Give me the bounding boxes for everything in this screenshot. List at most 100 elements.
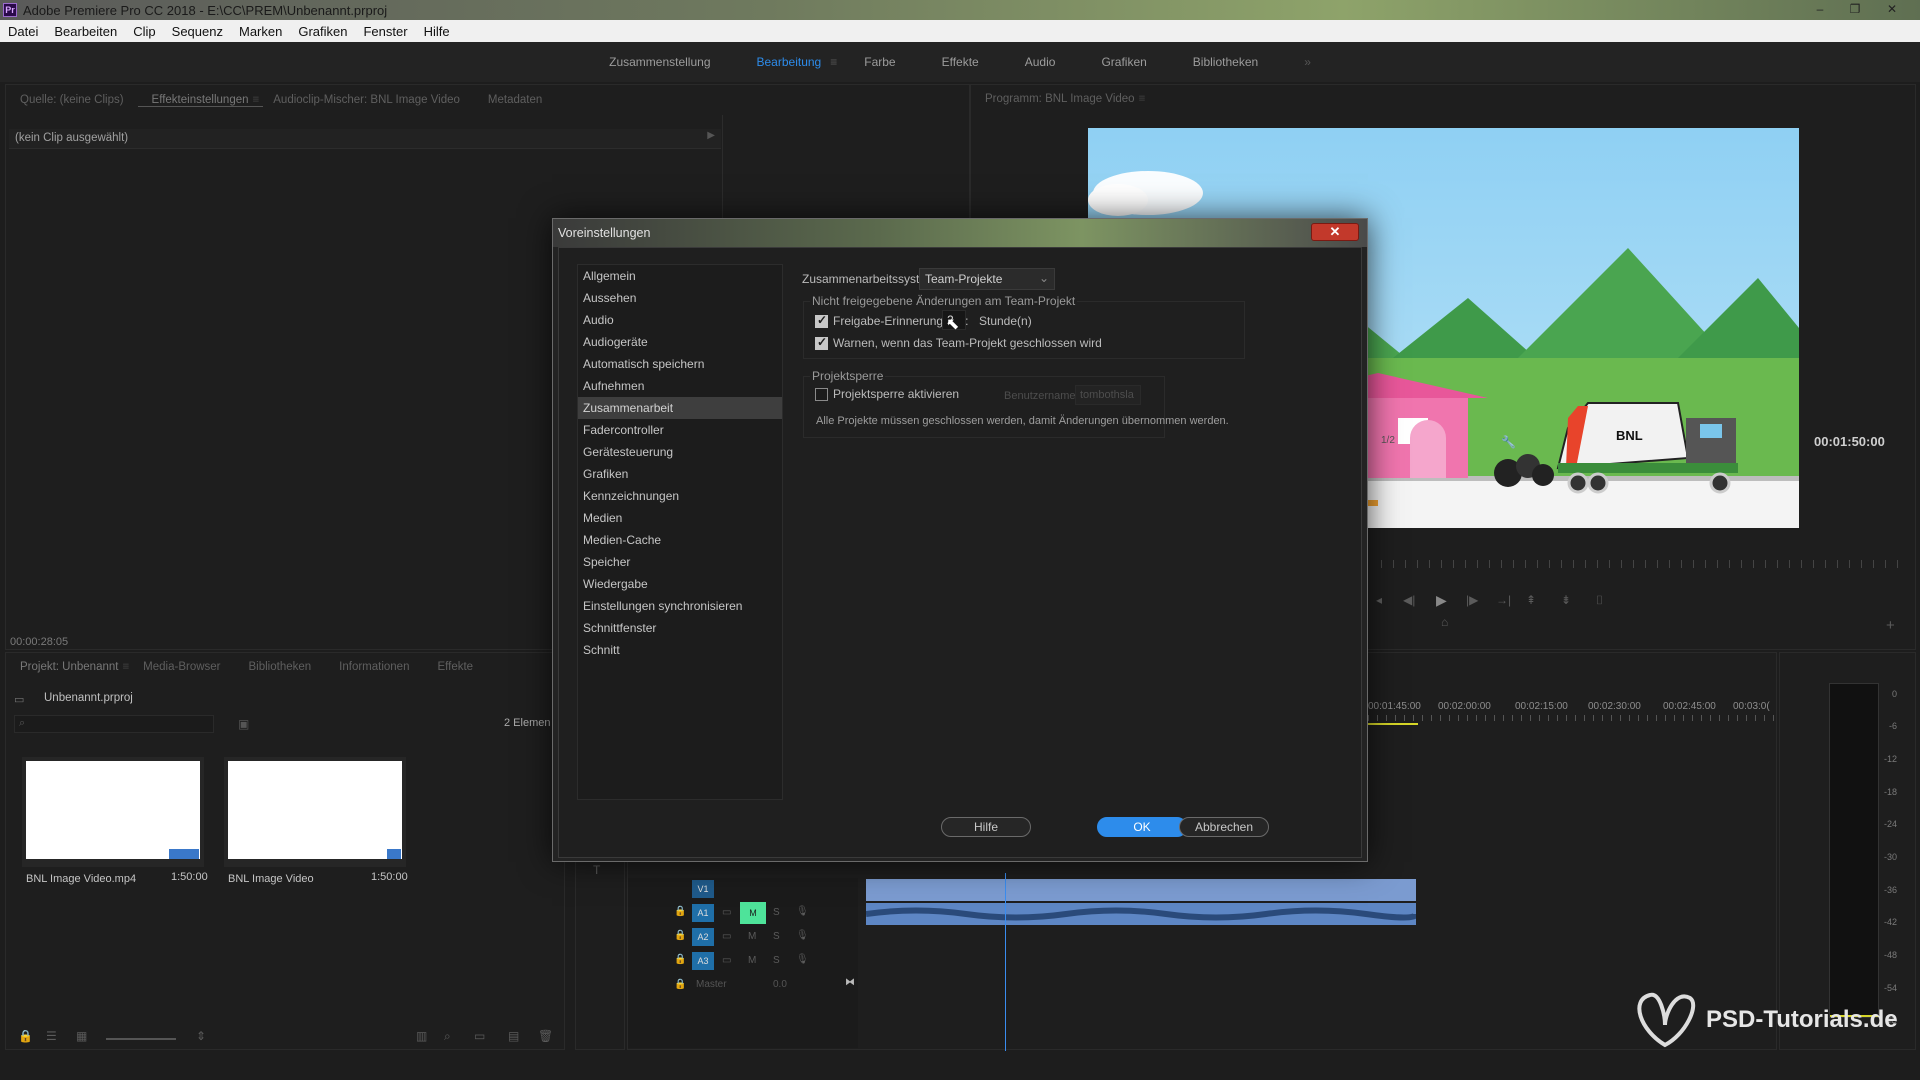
solo-a2-button[interactable]: S	[773, 931, 780, 942]
project-item[interactable]	[22, 757, 204, 867]
category-item[interactable]: Audiogeräte	[578, 331, 782, 353]
playhead[interactable]	[1005, 873, 1006, 1051]
mic-icon[interactable]: 🎙	[796, 930, 809, 941]
tab-effects[interactable]: Effekte	[423, 661, 487, 673]
tab-project[interactable]: Projekt: Unbenannt	[6, 661, 132, 673]
mute-a3-button[interactable]: M	[748, 955, 756, 966]
track-target-a2[interactable]: A2	[692, 928, 714, 946]
type-tool-icon[interactable]: T	[593, 863, 600, 877]
list-view-icon[interactable]: ☰	[46, 1029, 57, 1043]
tab-metadata[interactable]: Metadaten	[474, 94, 556, 106]
track-lock-icon[interactable]: 🔒	[674, 906, 686, 917]
workspace-grafiken[interactable]: Grafiken	[1078, 55, 1169, 69]
category-item[interactable]: Fadercontroller	[578, 419, 782, 441]
category-item-selected[interactable]: Zusammenarbeit	[578, 397, 782, 419]
panel-menu-icon[interactable]: ≡	[253, 94, 260, 106]
track-sync-icon[interactable]: ▭	[722, 931, 731, 942]
workspace-audio[interactable]: Audio	[1002, 55, 1079, 69]
go-to-end-icon[interactable]: ⧓	[845, 977, 855, 988]
category-item[interactable]: Wiedergabe	[578, 573, 782, 595]
play-icon[interactable]: ▶	[1436, 592, 1447, 609]
add-button-icon[interactable]: +	[1886, 617, 1895, 634]
category-item[interactable]: Kennzeichnungen	[578, 485, 782, 507]
project-menu-icon[interactable]: ≡	[122, 661, 129, 673]
menu-hilfe[interactable]: Hilfe	[416, 24, 458, 39]
track-sync-icon[interactable]: ▭	[722, 907, 731, 918]
icon-view-icon[interactable]: ▦	[76, 1029, 87, 1043]
menu-sequenz[interactable]: Sequenz	[164, 24, 231, 39]
trash-icon[interactable]: 🗑	[538, 1029, 553, 1043]
cancel-button[interactable]: Abbrechen	[1179, 817, 1269, 837]
warn-checkbox[interactable]	[815, 335, 828, 350]
track-sync-icon[interactable]: ▭	[722, 955, 731, 966]
menu-bearbeiten[interactable]: Bearbeiten	[46, 24, 125, 39]
step-frame-forward-icon[interactable]: |▶	[1466, 593, 1478, 607]
tab-audio-clip-mixer[interactable]: Audioclip-Mischer: BNL Image Video	[259, 94, 474, 106]
program-ruler[interactable]	[1381, 560, 1901, 568]
mute-a1-button[interactable]: M	[740, 902, 766, 924]
work-area-bar[interactable]	[1368, 723, 1418, 725]
tab-libraries[interactable]: Bibliotheken	[235, 661, 326, 673]
zoom-level[interactable]: 1/2	[1381, 435, 1395, 446]
new-bin-icon[interactable]: ▣	[238, 717, 249, 731]
zoom-slider[interactable]	[106, 1038, 176, 1040]
category-item[interactable]: Schnitt	[578, 639, 782, 661]
maximize-icon[interactable]: ❐	[1843, 1, 1867, 17]
mic-icon[interactable]: 🎙	[796, 906, 809, 917]
category-item[interactable]: Automatisch speichern	[578, 353, 782, 375]
program-menu-icon[interactable]: ≡	[1139, 93, 1146, 105]
lock-icon[interactable]: 🔒	[18, 1029, 33, 1043]
category-item[interactable]: Medien-Cache	[578, 529, 782, 551]
close-window-icon[interactable]: ✕	[1880, 1, 1904, 17]
reminder-checkbox[interactable]	[815, 313, 828, 328]
help-button[interactable]: Hilfe	[941, 817, 1031, 837]
workspace-farbe[interactable]: Farbe	[841, 55, 918, 69]
mic-icon[interactable]: 🎙	[796, 954, 809, 965]
menu-marken[interactable]: Marken	[231, 24, 290, 39]
solo-a3-button[interactable]: S	[773, 955, 780, 966]
category-item[interactable]: Grafiken	[578, 463, 782, 485]
dialog-close-button[interactable]: ✕	[1311, 223, 1359, 241]
workspace-effekte[interactable]: Effekte	[919, 55, 1002, 69]
timeline-ruler[interactable]	[1368, 715, 1778, 721]
tab-media-browser[interactable]: Media-Browser	[129, 661, 234, 673]
project-lock-checkbox[interactable]	[815, 388, 828, 401]
category-item[interactable]: Aussehen	[578, 287, 782, 309]
new-bin-bottom-icon[interactable]: ▭	[474, 1029, 485, 1043]
collab-system-dropdown[interactable]: Team-Projekte ⌄	[919, 268, 1055, 290]
lift-icon[interactable]: ⇞	[1526, 593, 1536, 607]
track-target-a3[interactable]: A3	[692, 952, 714, 970]
new-item-icon[interactable]: ▤	[508, 1029, 519, 1043]
tab-source[interactable]: Quelle: (keine Clips)	[6, 94, 138, 106]
menu-fenster[interactable]: Fenster	[355, 24, 415, 39]
mute-a2-button[interactable]: M	[748, 931, 756, 942]
ok-button[interactable]: OK	[1097, 817, 1187, 837]
automate-icon[interactable]: ▥	[416, 1029, 427, 1043]
workspace-menu-icon[interactable]: ≡	[826, 55, 841, 69]
tab-info[interactable]: Informationen	[325, 661, 423, 673]
category-item[interactable]: Speicher	[578, 551, 782, 573]
track-target-a1[interactable]: A1	[692, 904, 714, 922]
category-item[interactable]: Allgemein	[578, 265, 782, 287]
step-frame-back-icon[interactable]: ◀|	[1403, 593, 1415, 607]
audio-clip[interactable]	[865, 903, 1419, 925]
category-item[interactable]: Medien	[578, 507, 782, 529]
go-to-out-icon[interactable]: →|	[1496, 593, 1511, 607]
solo-a1-button[interactable]: S	[773, 907, 780, 918]
step-back-icon[interactable]: ◂	[1376, 593, 1382, 607]
category-item[interactable]: Schnittfenster	[578, 617, 782, 639]
expand-arrow-icon[interactable]: ▶	[707, 130, 715, 141]
track-target-v1[interactable]: V1	[692, 880, 714, 898]
extract-icon[interactable]: ⇟	[1561, 593, 1571, 607]
category-item[interactable]: Audio	[578, 309, 782, 331]
video-clip[interactable]	[866, 879, 1416, 901]
menu-grafiken[interactable]: Grafiken	[290, 24, 355, 39]
camera-icon[interactable]: ⌷	[1596, 593, 1603, 608]
category-item[interactable]: Gerätesteuerung	[578, 441, 782, 463]
wrench-icon[interactable]: 🔧	[1501, 435, 1516, 449]
minimize-icon[interactable]: ‒	[1808, 1, 1832, 17]
project-item[interactable]	[224, 757, 406, 867]
menu-clip[interactable]: Clip	[125, 24, 163, 39]
username-input[interactable]: tombothsla	[1075, 385, 1141, 405]
menu-datei[interactable]: Datei	[0, 24, 46, 39]
